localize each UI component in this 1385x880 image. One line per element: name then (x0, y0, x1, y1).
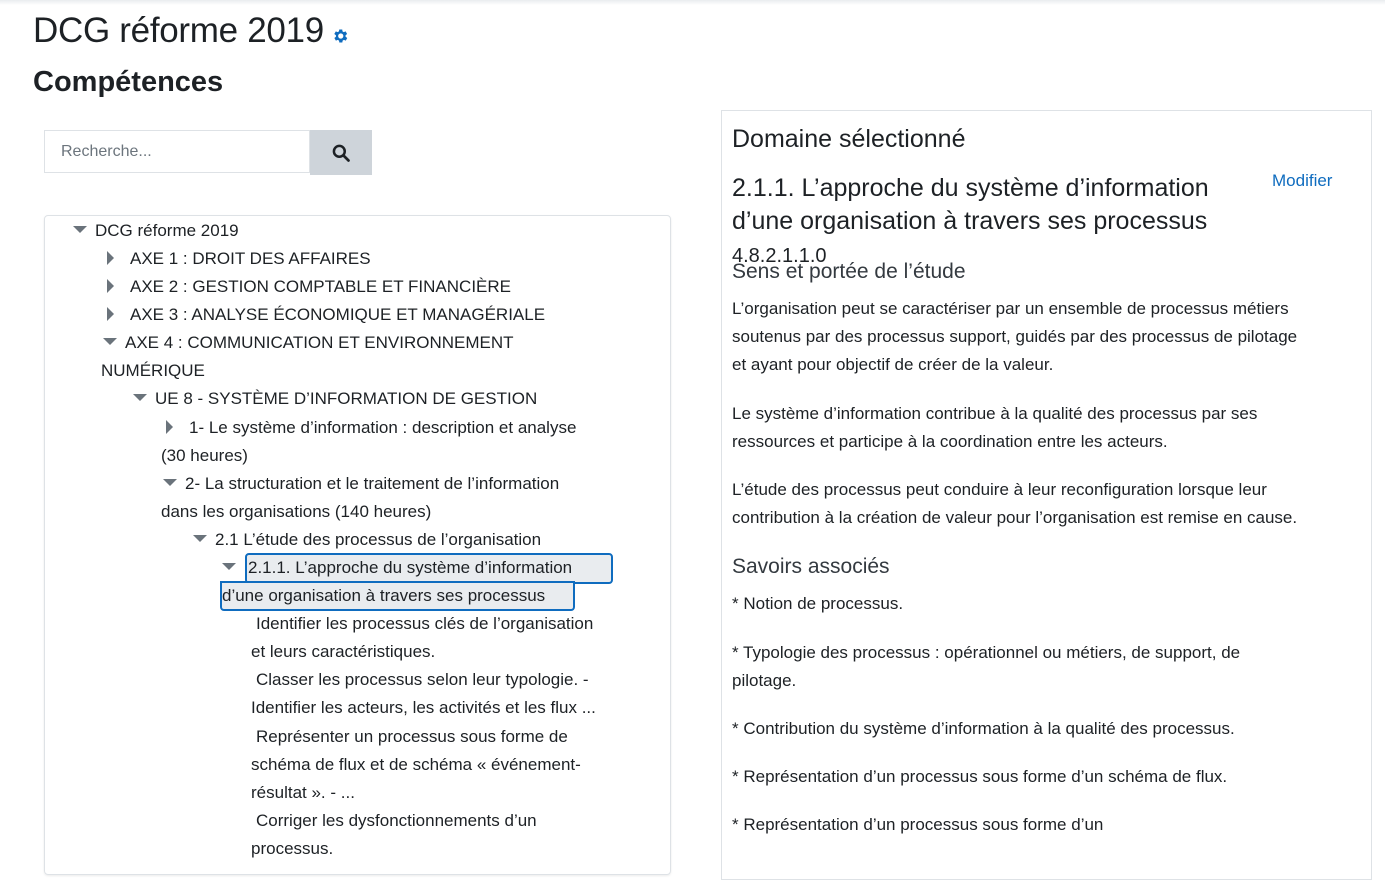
tree-node-label: 2- La structuration et le traitement de … (185, 474, 560, 493)
expanded-caret-icon[interactable] (133, 394, 147, 402)
text-line: pilotage. (732, 671, 797, 690)
knowledge-item-2: * Typologie des processus : opérationnel… (732, 639, 1352, 695)
text-line: ressources et participe à la coordinatio… (732, 432, 1168, 451)
scope-paragraph-3: L’étude des processus peut conduire à le… (732, 476, 1352, 532)
competency-item-1-continued[interactable]: et leurs caractéristiques. (251, 638, 435, 666)
tree-node-label: AXE 4 : COMMUNICATION ET ENVIRONNEMENT (125, 333, 514, 352)
expanded-caret-icon[interactable] (222, 563, 236, 571)
expanded-caret-icon[interactable] (103, 338, 117, 346)
tree-node-axe2[interactable]: AXE 2 : GESTION COMPTABLE ET FINANCIÈRE (107, 273, 511, 301)
scope-section-title: Sens et portée de l’étude (732, 260, 966, 283)
tree-node-label: AXE 2 : GESTION COMPTABLE ET FINANCIÈRE (130, 277, 512, 296)
scope-paragraph-1: L’organisation peut se caractériser par … (732, 295, 1352, 379)
knowledge-item-5: * Représentation d’un processus sous for… (732, 815, 1104, 834)
tree-node-part2[interactable]: 2- La structuration et le traitement de … (163, 470, 559, 498)
expanded-caret-icon[interactable] (163, 479, 177, 487)
search-icon (332, 144, 350, 162)
knowledge-section-title: Savoirs associés (732, 555, 890, 578)
gear-icon[interactable] (331, 27, 349, 45)
top-navbar-edge (0, 0, 1385, 5)
tree-node-part1-continued[interactable]: (30 heures) (161, 442, 248, 470)
knowledge-item-4: * Représentation d’un processus sous for… (732, 767, 1228, 786)
competency-item-3-continued[interactable]: schéma de flux et de schéma « événement- (251, 751, 581, 779)
competency-item-2[interactable]: Classer les processus selon leur typolog… (256, 666, 589, 694)
domain-title-line: d’une organisation à travers ses process… (732, 207, 1208, 235)
competency-item-1[interactable]: Identifier les processus clés de l’organ… (256, 610, 593, 638)
text-line: L’organisation peut se caractériser par … (732, 299, 1289, 318)
tree-node-axe1[interactable]: AXE 1 : DROIT DES AFFAIRES (107, 245, 371, 273)
domain-title-line: 2.1.1. L’approche du système d’informati… (732, 174, 1209, 202)
competency-item-3-continued[interactable]: résultat ». - ... (251, 779, 355, 807)
tree-node-selected-continued[interactable]: d’une organisation à travers ses process… (222, 582, 545, 610)
tree-node-label: 1- Le système d’information : descriptio… (189, 418, 577, 437)
search-bar (44, 130, 372, 175)
knowledge-item-1: * Notion de processus. (732, 594, 904, 613)
competency-item-2-continued[interactable]: Identifier les acteurs, les activités et… (251, 694, 596, 722)
page-title: DCG réforme 2019 (33, 11, 324, 50)
modify-link[interactable]: Modifier (1272, 170, 1332, 192)
tree-node-part1[interactable]: 1- Le système d’information : descriptio… (166, 414, 576, 442)
search-input[interactable] (44, 130, 310, 173)
expanded-caret-icon[interactable] (193, 535, 207, 543)
collapsed-caret-icon[interactable] (107, 250, 114, 265)
tree-node-axe4[interactable]: AXE 4 : COMMUNICATION ET ENVIRONNEMENT (103, 329, 514, 357)
text-line: * Typologie des processus : opérationnel… (732, 643, 1241, 662)
knowledge-item-3: * Contribution du système d’information … (732, 719, 1235, 738)
search-button[interactable] (310, 130, 372, 175)
tree-node-label: 2.1.1. L’approche du système d’informati… (248, 558, 573, 577)
tree-node-label: UE 8 - SYSTÈME D’INFORMATION DE GESTION (155, 389, 538, 408)
scope-paragraph-2: Le système d’information contribue à la … (732, 400, 1352, 456)
text-line: contribution à la création de valeur pou… (732, 508, 1298, 527)
tree-node-label: 2.1 L’étude des processus de l’organisat… (215, 530, 542, 549)
tree-node-label: AXE 1 : DROIT DES AFFAIRES (130, 249, 371, 268)
competency-item-4-continued[interactable]: processus. (251, 835, 333, 863)
text-line: soutenus par des processus support, guid… (732, 327, 1298, 346)
collapsed-caret-icon[interactable] (166, 419, 173, 434)
text-line: et ayant pour objectif de créer de la va… (732, 355, 1054, 374)
collapsed-caret-icon[interactable] (107, 306, 114, 321)
panel-heading: Domaine sélectionné (732, 125, 966, 153)
page-subtitle: Compétences (33, 66, 224, 98)
tree-node-selected[interactable]: 2.1.1. L’approche du système d’informati… (222, 554, 572, 582)
tree-node-axe4-continued[interactable]: NUMÉRIQUE (101, 357, 205, 385)
tree-node-part2-continued[interactable]: dans les organisations (140 heures) (161, 498, 431, 526)
tree-node-label: AXE 3 : ANALYSE ÉCONOMIQUE ET MANAGÉRIAL… (130, 305, 546, 324)
text-line: Le système d’information contribue à la … (732, 404, 1258, 423)
competency-item-4[interactable]: Corriger les dysfonctionnements d’un (256, 807, 537, 835)
tree-node-ue8[interactable]: UE 8 - SYSTÈME D’INFORMATION DE GESTION (133, 385, 537, 413)
expanded-caret-icon[interactable] (73, 226, 87, 234)
tree-node-label: DCG réforme 2019 (95, 221, 239, 240)
tree-node-root[interactable]: DCG réforme 2019 (73, 217, 239, 245)
competency-item-3[interactable]: Représenter un processus sous forme de (256, 723, 568, 751)
tree-node-axe3[interactable]: AXE 3 : ANALYSE ÉCONOMIQUE ET MANAGÉRIAL… (107, 301, 545, 329)
text-line: L’étude des processus peut conduire à le… (732, 480, 1267, 499)
collapsed-caret-icon[interactable] (107, 278, 114, 293)
tree-node-section-2-1[interactable]: 2.1 L’étude des processus de l’organisat… (193, 526, 541, 554)
